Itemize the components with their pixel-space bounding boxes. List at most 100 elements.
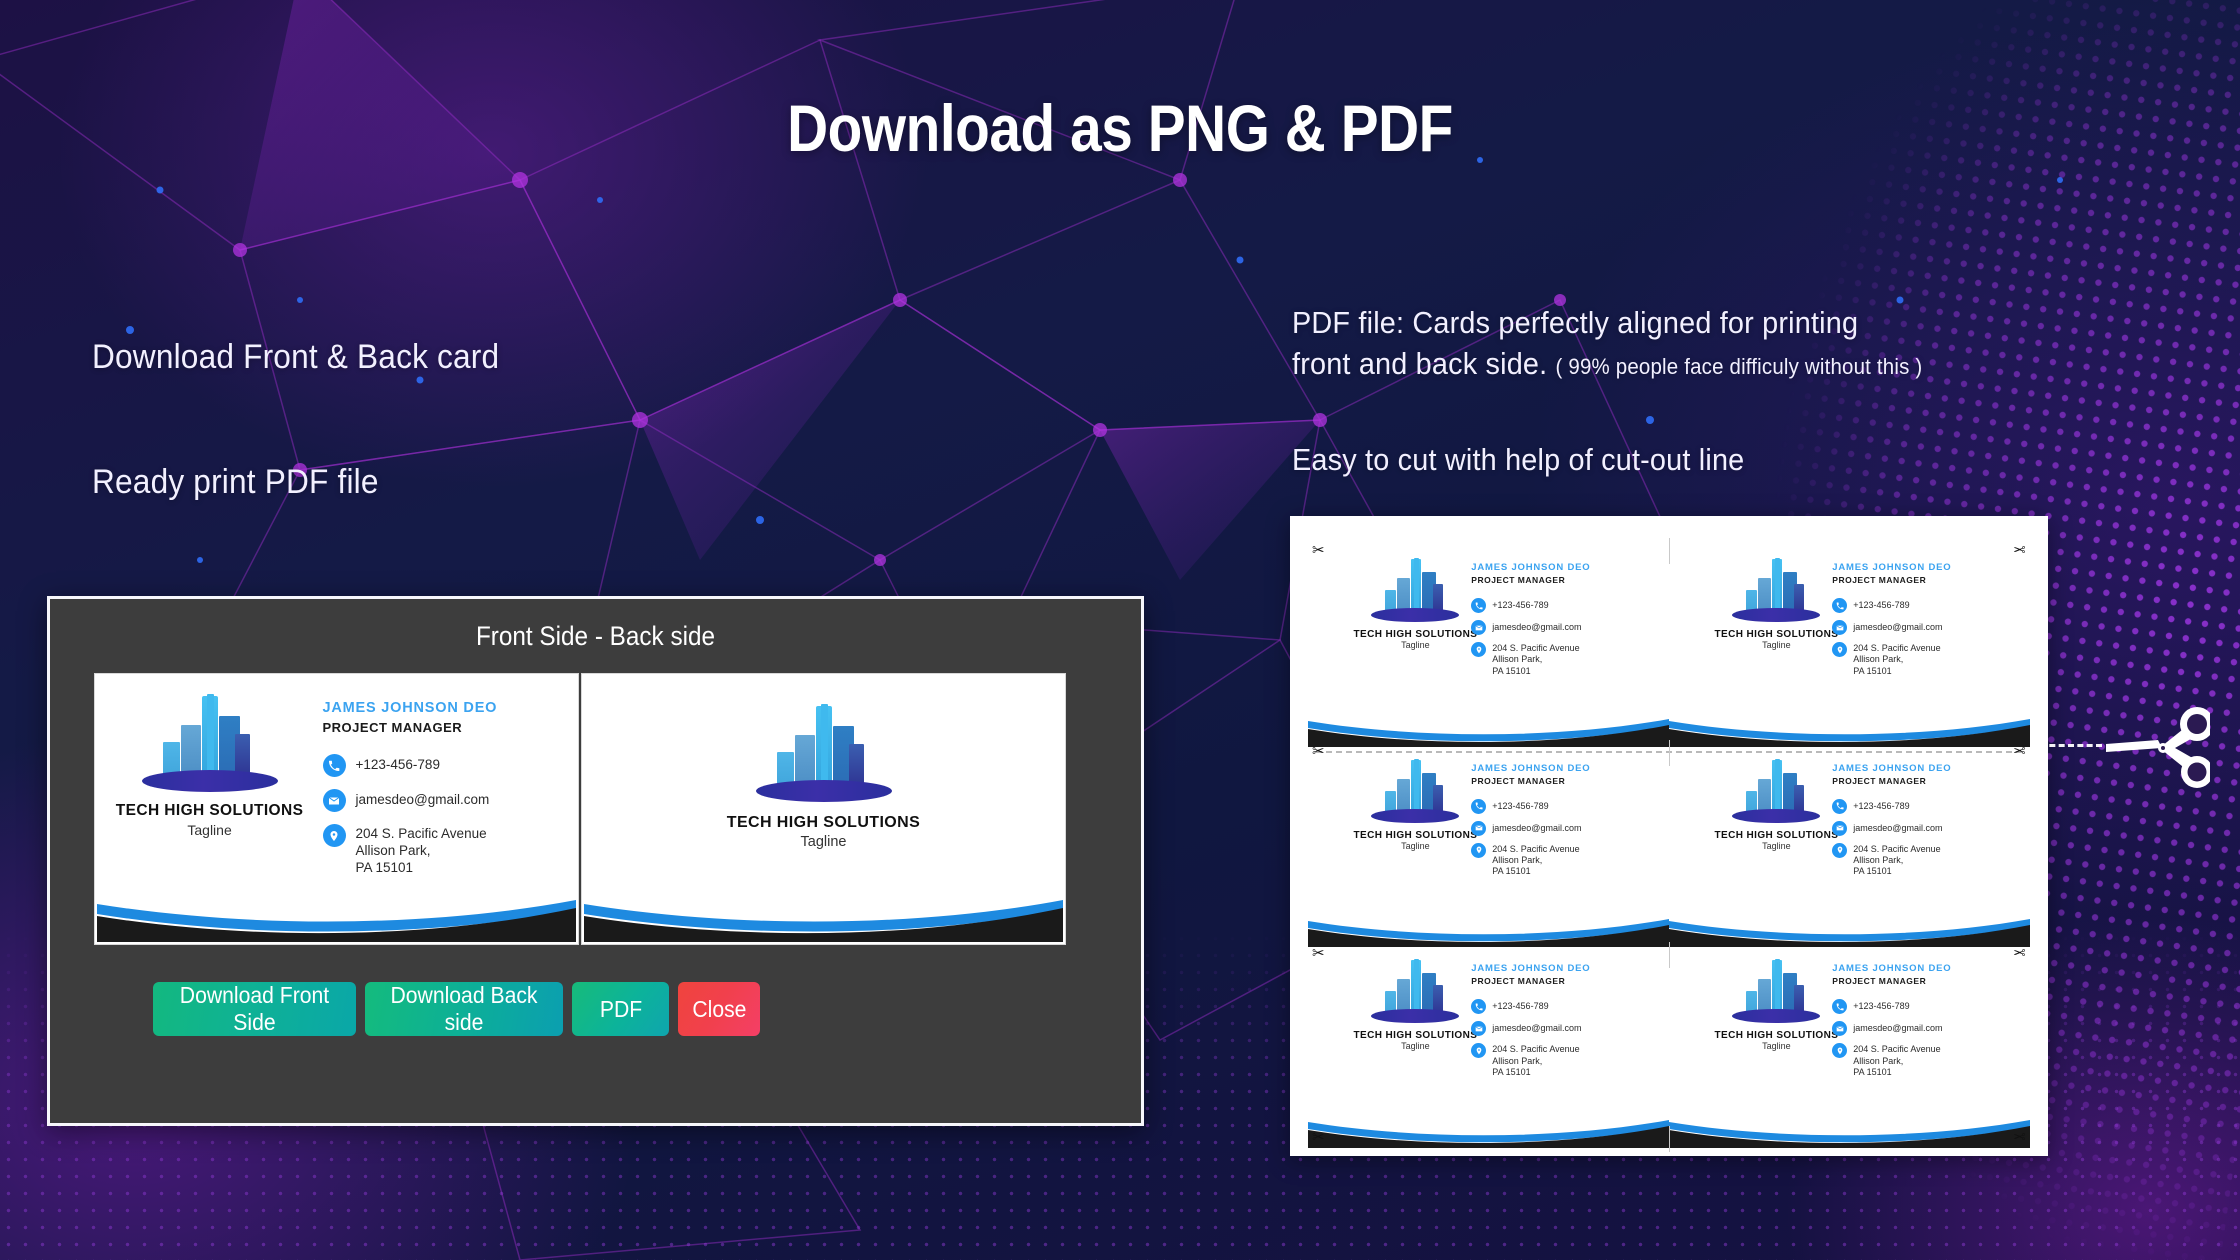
card-person-role: PROJECT MANAGER xyxy=(1471,775,1566,786)
card-bottom-wave-back xyxy=(584,886,1063,942)
company-tagline: Tagline xyxy=(1401,640,1430,650)
feature-pdf-aligned: PDF file: Cards perfectly aligned for pr… xyxy=(1292,303,2045,385)
card-address-row: 204 S. Pacific Avenue Allison Park, PA 1… xyxy=(1832,842,2020,878)
company-name: TECH HIGH SOLUTIONS xyxy=(115,802,304,819)
company-tagline: Tagline xyxy=(1762,640,1791,650)
card-email-row: jamesdeo@gmail.com xyxy=(322,789,563,812)
card-address-line2: Allison Park, xyxy=(1492,654,1543,665)
company-logo xyxy=(1728,558,1824,626)
card-bottom-wave xyxy=(1308,911,1669,948)
sheet-card[interactable]: TECH HIGH SOLUTIONS Tagline JAMES JOHNSO… xyxy=(1308,746,1669,948)
card-preview-row: TECH HIGH SOLUTIONS Tagline JAMES JOHNSO… xyxy=(50,652,1141,945)
card-address-text: 204 S. Pacific Avenue Allison Park, PA 1… xyxy=(356,824,487,877)
card-address-text: 204 S. Pacific Avenue Allison Park, PA 1… xyxy=(1492,1043,1579,1078)
scissors-icon: ✂ xyxy=(2013,945,2026,962)
card-phone-text: +123-456-789 xyxy=(1853,800,1910,811)
card-person-name: JAMES JOHNSON DEO xyxy=(1832,562,1952,573)
card-phone-row: +123-456-789 xyxy=(322,754,563,777)
card-address-text: 204 S. Pacific Avenue Allison Park, PA 1… xyxy=(1492,843,1579,878)
phone-icon xyxy=(1471,798,1487,814)
card-phone-text: +123-456-789 xyxy=(1492,600,1549,610)
company-tagline: Tagline xyxy=(1401,1041,1430,1052)
phone-icon xyxy=(1471,999,1487,1015)
card-person-role: PROJECT MANAGER xyxy=(1832,976,1927,987)
envelope-icon xyxy=(1471,820,1487,836)
cut-tick-bottom xyxy=(1669,1126,1670,1152)
map-pin-icon xyxy=(1471,1043,1487,1059)
scissors-icon: ✂ xyxy=(2013,542,2026,559)
card-email-text: jamesdeo@gmail.com xyxy=(1492,622,1582,632)
company-logo xyxy=(135,694,285,798)
card-address-row: 204 S. Pacific Avenue Allison Park, PA 1… xyxy=(1832,1043,2020,1078)
card-phone-row: +123-456-789 xyxy=(1471,598,1659,613)
card-email-text: jamesdeo@gmail.com xyxy=(355,792,490,807)
map-pin-icon xyxy=(1832,842,1848,858)
company-logo xyxy=(1367,758,1463,827)
envelope-icon xyxy=(322,789,346,812)
card-email-text: jamesdeo@gmail.com xyxy=(1853,822,1943,833)
card-phone-text: +123-456-789 xyxy=(1853,1001,1910,1012)
company-tagline: Tagline xyxy=(187,822,232,838)
pdf-button[interactable]: PDF xyxy=(572,982,669,1036)
card-address-row: 204 S. Pacific Avenue Allison Park, PA 1… xyxy=(1832,642,2020,677)
card-address-line1: 204 S. Pacific Avenue xyxy=(1853,1044,1941,1055)
sheet-card[interactable]: TECH HIGH SOLUTIONS Tagline JAMES JOHNSO… xyxy=(1669,746,2030,948)
card-address-line1: 204 S. Pacific Avenue xyxy=(1492,843,1580,854)
company-logo xyxy=(1728,959,1824,1027)
card-person-name: JAMES JOHNSON DEO xyxy=(1832,762,1952,774)
card-person-role: PROJECT MANAGER xyxy=(1832,775,1927,786)
card-email-text: jamesdeo@gmail.com xyxy=(1853,1023,1943,1034)
scissors-icon: ✂ xyxy=(2013,743,2026,760)
download-front-side-button[interactable]: Download Front Side xyxy=(153,982,356,1036)
feature-download-front-back: Download Front & Back card xyxy=(92,338,500,376)
back-card-preview[interactable]: TECH HIGH SOLUTIONS Tagline xyxy=(581,673,1066,945)
card-email-row: jamesdeo@gmail.com xyxy=(1832,1021,2020,1037)
front-card-preview[interactable]: TECH HIGH SOLUTIONS Tagline JAMES JOHNSO… xyxy=(94,673,579,945)
card-person-name: JAMES JOHNSON DEO xyxy=(1471,963,1591,975)
card-address-line1: 204 S. Pacific Avenue xyxy=(1492,643,1580,653)
company-name: TECH HIGH SOLUTIONS xyxy=(1353,629,1478,640)
cut-tick-top xyxy=(1669,538,1670,564)
card-person-role: PROJECT MANAGER xyxy=(1832,575,1927,585)
scissors-icon: ✂ xyxy=(2013,1129,2026,1146)
sheet-card[interactable]: TECH HIGH SOLUTIONS Tagline JAMES JOHNSO… xyxy=(1308,947,1669,1148)
company-tagline-back: Tagline xyxy=(800,834,847,850)
feature-pdf-aligned-line2-text: front and back side. xyxy=(1292,345,1548,381)
card-email-row: jamesdeo@gmail.com xyxy=(1471,620,1659,635)
card-address-row: 204 S. Pacific Avenue Allison Park, PA 1… xyxy=(1471,842,1659,878)
card-address-line3: PA 15101 xyxy=(1853,866,1892,877)
card-address-row: 204 S. Pacific Avenue Allison Park, PA 1… xyxy=(1471,1043,1659,1078)
phone-icon xyxy=(1832,598,1848,613)
pdf-label: PDF xyxy=(599,995,642,1022)
company-logo xyxy=(1367,959,1463,1027)
card-phone-row: +123-456-789 xyxy=(1832,999,2020,1015)
pdf-sheet-preview[interactable]: ✂ ✂ ✂ ✂ ✂ ✂ ✂ ✂ TECH HIGH SOLUTIONS Tagl… xyxy=(1290,516,2048,1156)
company-name: TECH HIGH SOLUTIONS xyxy=(1714,1030,1839,1042)
sheet-card[interactable]: TECH HIGH SOLUTIONS Tagline JAMES JOHNSO… xyxy=(1308,546,1669,747)
card-phone-row: +123-456-789 xyxy=(1832,598,2020,613)
company-tagline: Tagline xyxy=(1762,1041,1791,1052)
company-logo xyxy=(1728,758,1824,827)
company-tagline: Tagline xyxy=(1401,840,1430,851)
sheet-card[interactable]: TECH HIGH SOLUTIONS Tagline JAMES JOHNSO… xyxy=(1669,546,2030,747)
phone-icon xyxy=(1471,598,1487,613)
feature-easy-cut: Easy to cut with help of cut-out line xyxy=(1292,442,1745,477)
feature-pdf-aligned-line2: front and back side. ( 99% people face d… xyxy=(1292,344,2045,385)
card-address-line2: Allison Park, xyxy=(1853,1055,1904,1066)
card-bottom-wave xyxy=(1669,711,2030,747)
card-address-text: 204 S. Pacific Avenue Allison Park, PA 1… xyxy=(1853,843,1940,878)
close-button[interactable]: Close xyxy=(678,982,760,1036)
download-back-side-button[interactable]: Download Back side xyxy=(365,982,563,1036)
sheet-card[interactable]: TECH HIGH SOLUTIONS Tagline JAMES JOHNSO… xyxy=(1669,947,2030,1148)
card-address-line1: 204 S. Pacific Avenue xyxy=(355,826,487,841)
envelope-icon xyxy=(1832,620,1848,635)
card-address-line2: Allison Park, xyxy=(355,842,431,858)
card-phone-row: +123-456-789 xyxy=(1471,999,1659,1015)
phone-icon xyxy=(1832,798,1848,814)
card-email-text: jamesdeo@gmail.com xyxy=(1492,822,1582,833)
card-address-row: 204 S. Pacific Avenue Allison Park, PA 1… xyxy=(1471,642,1659,677)
phone-icon xyxy=(1832,999,1848,1015)
cut-guide-dashed-line xyxy=(2040,744,2102,747)
feature-pdf-aligned-line1: PDF file: Cards perfectly aligned for pr… xyxy=(1292,305,1859,340)
card-email-row: jamesdeo@gmail.com xyxy=(1832,820,2020,836)
